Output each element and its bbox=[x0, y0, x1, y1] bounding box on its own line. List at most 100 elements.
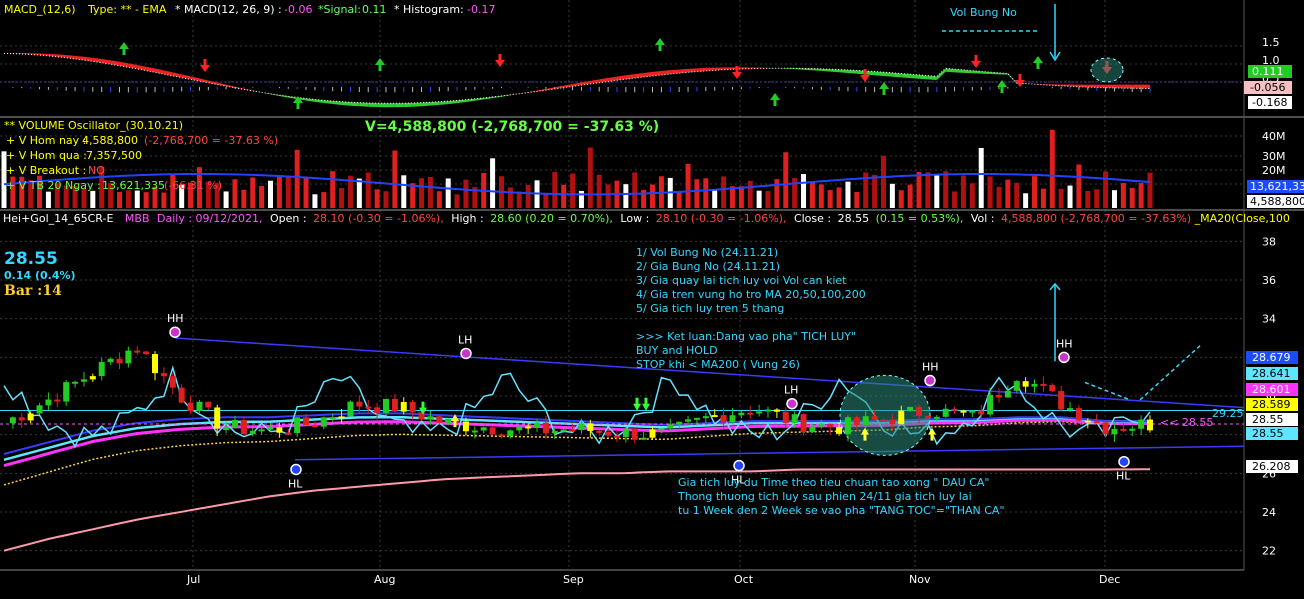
macd-ribbon-segment bbox=[919, 74, 928, 80]
volume-bar bbox=[1049, 129, 1055, 208]
candle-body bbox=[303, 417, 310, 426]
price-tag-value: 26.208 bbox=[1252, 460, 1291, 473]
swing-marker-dot bbox=[924, 374, 936, 387]
price-tag-3: 28.601 bbox=[1246, 383, 1298, 396]
candle-body bbox=[143, 351, 150, 355]
volume-bar bbox=[392, 150, 398, 208]
volume-bar bbox=[960, 175, 966, 208]
volume-bar bbox=[90, 190, 96, 208]
price-tag-6: 28.55 bbox=[1246, 427, 1298, 440]
volume-bar bbox=[1023, 193, 1029, 208]
candle-body bbox=[702, 416, 709, 419]
low-value: 28.10 (-0.30 = -1.06%), bbox=[656, 212, 787, 225]
volume-bar bbox=[241, 189, 247, 208]
volume-bar bbox=[570, 173, 576, 208]
volume-yesterday-label: + V Hom qua : bbox=[6, 149, 87, 162]
volume-bar bbox=[987, 176, 993, 208]
volume-bar bbox=[827, 190, 833, 208]
volume-bar bbox=[561, 184, 567, 208]
candle-body bbox=[267, 427, 274, 430]
volume-today-change: (-2,768,700 = -37.63 %) bbox=[144, 134, 278, 147]
symbol: MBB bbox=[125, 212, 150, 225]
candle-body bbox=[329, 417, 336, 420]
candle-body bbox=[995, 394, 1002, 398]
volume-breakout-value: NO bbox=[88, 164, 105, 177]
price-tag-7: 26.208 bbox=[1246, 460, 1298, 473]
price-tag-value: 28.55 bbox=[1252, 413, 1284, 426]
swing-marker-dot bbox=[1058, 351, 1070, 364]
candle-body bbox=[356, 401, 363, 407]
volume-bar bbox=[854, 192, 860, 208]
candle-body bbox=[951, 408, 958, 411]
swing-marker-label: LH bbox=[784, 384, 798, 397]
swing-marker-dot bbox=[460, 347, 472, 360]
candle-body bbox=[685, 419, 692, 422]
month-label-dec: Dec bbox=[1099, 573, 1120, 586]
candle-body bbox=[693, 417, 700, 420]
svg-text:-0.056: -0.056 bbox=[1250, 81, 1285, 94]
close-value: 28.55 bbox=[838, 212, 870, 225]
candle-body bbox=[1049, 385, 1056, 392]
volume-bar bbox=[125, 190, 131, 208]
candle-body bbox=[658, 428, 665, 431]
candle-body bbox=[898, 410, 905, 425]
candle-body bbox=[223, 428, 230, 431]
candle-body bbox=[729, 415, 736, 423]
candle-body bbox=[436, 416, 443, 423]
resistance-level-label: 29.25 bbox=[1212, 407, 1244, 420]
volume-bar bbox=[605, 184, 611, 208]
candle-body bbox=[1067, 408, 1074, 411]
candle-body bbox=[916, 406, 923, 416]
candle-body bbox=[711, 415, 718, 418]
analysis-note-2: 2/ Gia Bung No (24.11.21) bbox=[636, 260, 780, 273]
volume-bar bbox=[1040, 188, 1046, 208]
volume-bar bbox=[623, 184, 629, 208]
volume-bar bbox=[898, 190, 904, 208]
volume-bar bbox=[161, 192, 167, 208]
volume-bar bbox=[1067, 185, 1073, 208]
volume-tag-ma: 13,621,33 bbox=[1247, 180, 1304, 193]
volume-bar bbox=[801, 174, 807, 208]
volume-bar bbox=[872, 174, 878, 208]
volume-bar bbox=[276, 176, 282, 208]
volume-bar bbox=[809, 182, 815, 208]
candle-body bbox=[134, 350, 141, 353]
volume-breakout-label: + V Breakout : bbox=[6, 164, 86, 177]
macd-ribbon-segment bbox=[403, 102, 413, 108]
volume-bar bbox=[916, 171, 922, 208]
swing-marker-dot bbox=[290, 463, 302, 476]
macd-tag-macd: -0.056 bbox=[1244, 81, 1292, 94]
volume-bar bbox=[463, 179, 469, 208]
volume-bar bbox=[1129, 187, 1135, 208]
candle-body bbox=[409, 401, 416, 413]
close-change: (0.15 = 0.53%), bbox=[876, 212, 964, 225]
candle-body bbox=[747, 412, 754, 415]
volume-bar bbox=[650, 184, 656, 208]
volume-bar bbox=[1138, 183, 1144, 208]
candle-body bbox=[942, 408, 949, 417]
macd-ribbon-segment bbox=[874, 71, 884, 76]
candle-body bbox=[649, 429, 656, 438]
swing-marker-label: HL bbox=[288, 477, 303, 490]
candle-body bbox=[525, 426, 532, 429]
analysis-note-4: 4/ Gia tren vung ho tro MA 20,50,100,200 bbox=[636, 288, 866, 301]
price-tick: 24 bbox=[1262, 506, 1276, 519]
macd-ribbon-segment bbox=[412, 102, 422, 107]
candle-body bbox=[516, 426, 523, 431]
volume-bar bbox=[285, 177, 291, 208]
histogram-value: -0.17 bbox=[467, 3, 495, 16]
close-label: Close : bbox=[794, 212, 831, 225]
volume-bar bbox=[116, 191, 122, 208]
candle-body bbox=[676, 421, 683, 425]
candle-body bbox=[89, 376, 96, 380]
candle-body bbox=[773, 409, 780, 412]
price-tag-value: 28.55 bbox=[1252, 427, 1284, 440]
candle-body bbox=[152, 354, 159, 374]
candle-body bbox=[160, 373, 167, 377]
volume-bar bbox=[419, 178, 425, 208]
volume-bar bbox=[996, 186, 1002, 208]
macd-ribbon-segment bbox=[910, 74, 920, 79]
volume-bar bbox=[1085, 191, 1091, 208]
candle-body bbox=[1013, 381, 1020, 391]
macd-tick-1: 1.5 bbox=[1262, 36, 1280, 49]
